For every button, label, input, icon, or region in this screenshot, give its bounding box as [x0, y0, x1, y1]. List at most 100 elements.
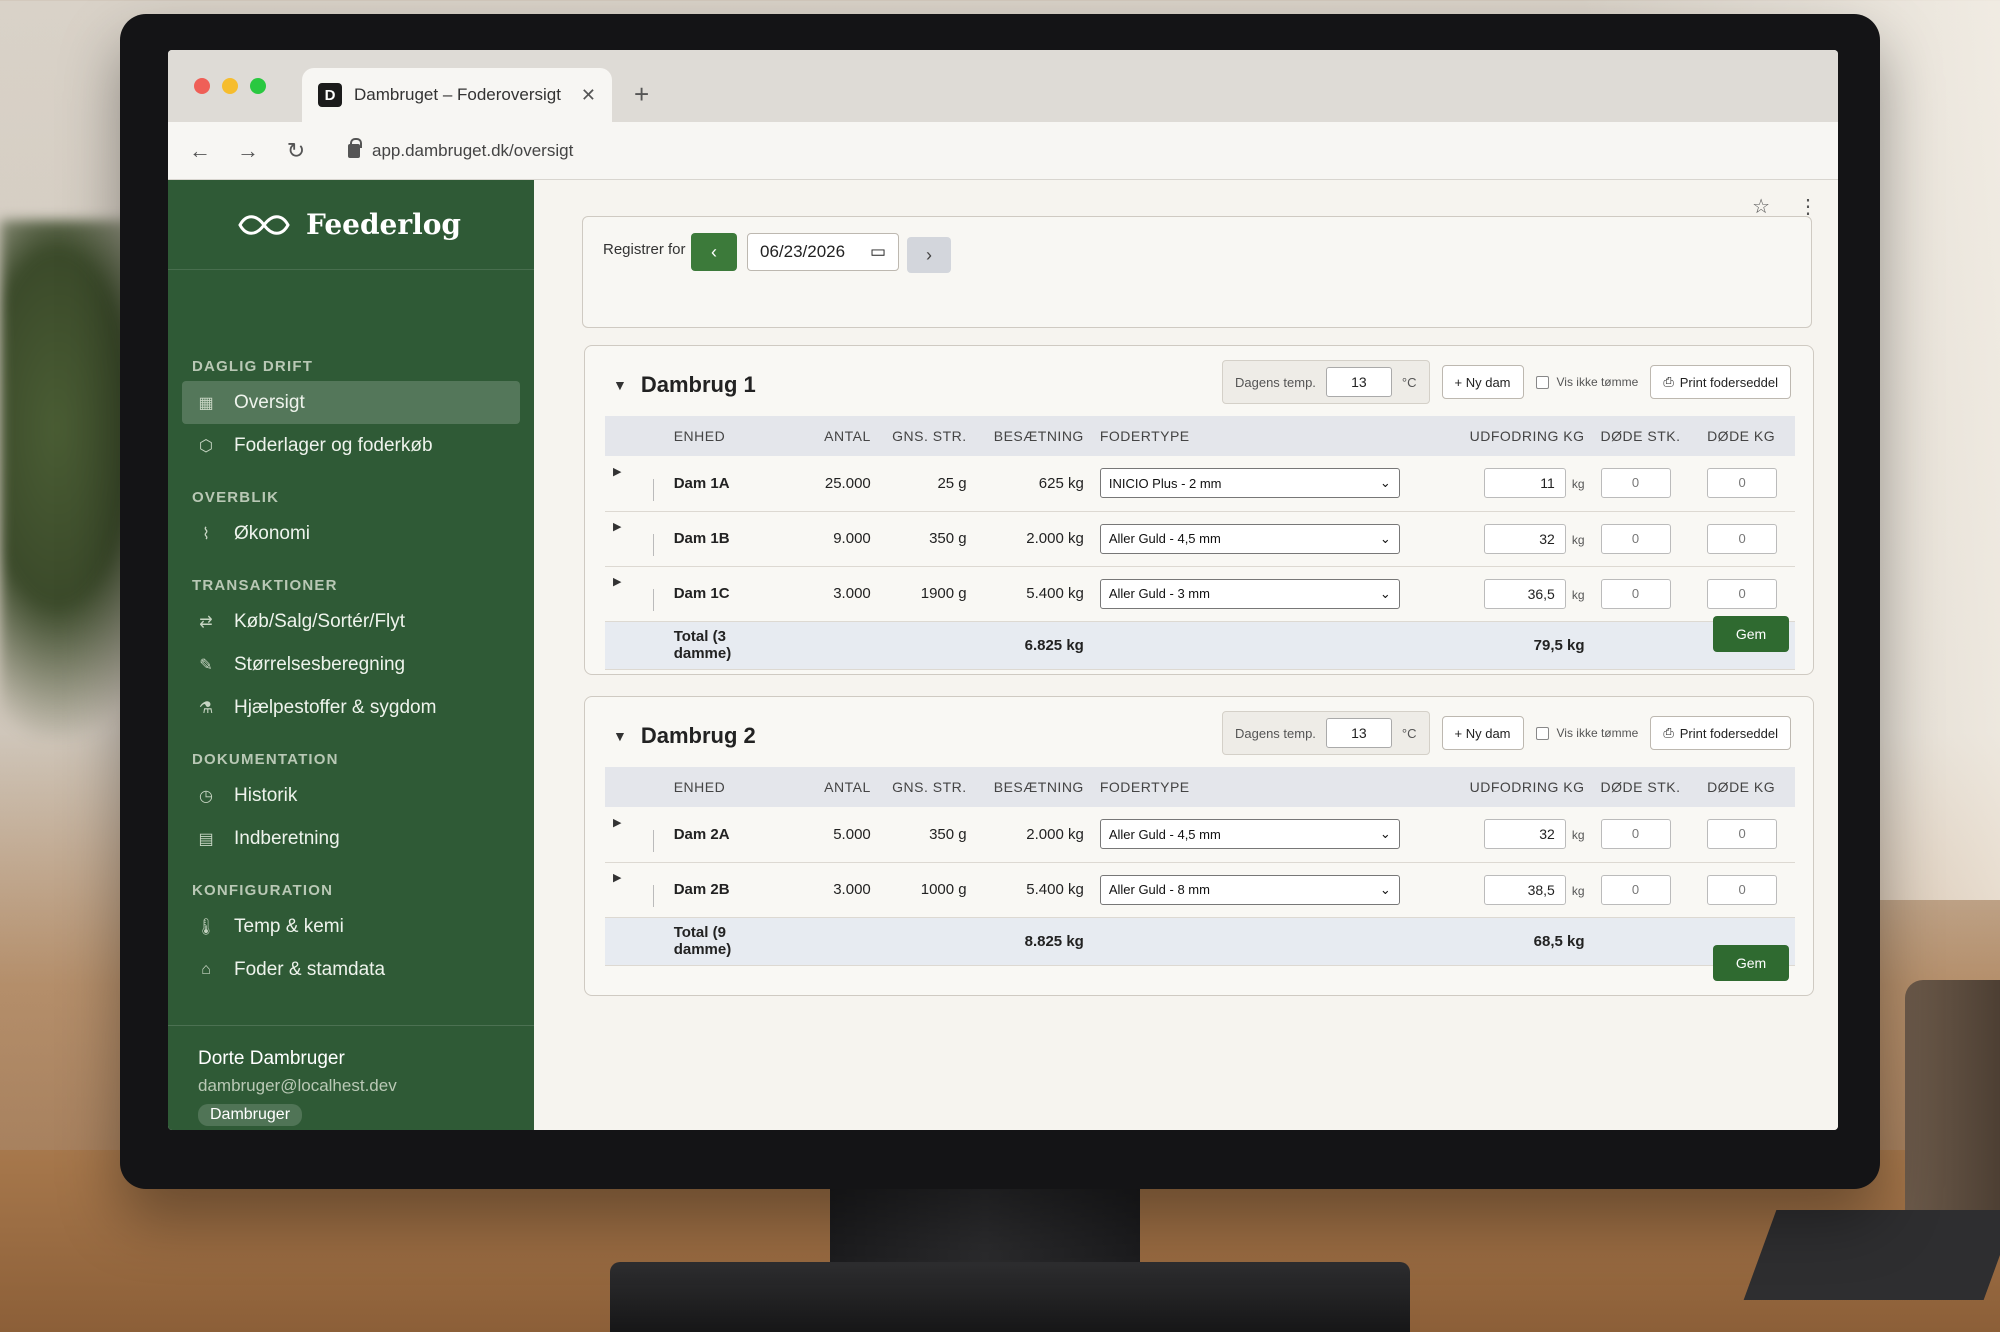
previous-day-button[interactable]: ‹ — [691, 233, 737, 271]
new-pond-button[interactable]: + Ny dam — [1441, 365, 1524, 399]
monitor-stand-base — [610, 1262, 1410, 1332]
close-window-button[interactable] — [194, 78, 210, 94]
expand-row-icon[interactable]: ▶ — [613, 466, 621, 478]
sidebar-item[interactable]: ⬡ Foderlager og foderkøb — [182, 424, 520, 467]
calendar-icon[interactable]: ▭ — [870, 242, 886, 262]
collapse-caret-icon[interactable]: ▼ — [613, 728, 627, 744]
collapse-caret-icon[interactable]: ▼ — [613, 377, 627, 393]
drag-handle-icon[interactable] — [653, 534, 654, 556]
sidebar-nav: DAGLIG DRIFT ▦ Oversigt ⬡ Foderlager og fode… — [168, 270, 534, 991]
drag-handle-icon[interactable] — [653, 885, 654, 907]
antal-cell: 25.000 — [793, 456, 879, 512]
expand-row-icon[interactable]: ▶ — [613, 576, 621, 588]
save-button[interactable]: Gem — [1713, 945, 1789, 981]
dead-count-input[interactable]: 0 — [1600, 468, 1671, 499]
sidebar-item-label: Temp & kemi — [234, 915, 344, 937]
date-input[interactable]: 06/23/2026 ▭ — [747, 233, 899, 271]
expand-row-icon[interactable]: ▶ — [613, 817, 621, 829]
feed-type-value: Aller Guld - 3 mm — [1108, 586, 1210, 601]
farm-title[interactable]: ▼ Dambrug 2 — [613, 723, 756, 749]
print-button[interactable]: ⎙ Print foderseddel — [1650, 365, 1791, 399]
sidebar-item[interactable]: ▤ Indberetning — [182, 817, 520, 860]
dead-kg-input[interactable]: 0 — [1707, 578, 1778, 609]
url-field[interactable]: app.dambruget.dk/oversigt — [348, 137, 573, 161]
home-icon: ⌂ — [201, 960, 211, 978]
sidebar: Feederlog DAGLIG DRIFT ▦ Oversigt ⬡ Foderlag… — [168, 180, 534, 1130]
sidebar-item[interactable]: 🌡 Temp & kemi — [182, 905, 520, 948]
sidebar-item[interactable]: ◷ Historik — [182, 774, 520, 817]
sidebar-item[interactable]: ▦ Oversigt — [182, 381, 520, 424]
dead-count-input[interactable]: 0 — [1600, 523, 1671, 554]
dead-count-input[interactable]: 0 — [1600, 874, 1671, 905]
feeding-kg-input[interactable]: 11 — [1483, 468, 1566, 499]
dead-kg-input[interactable]: 0 — [1707, 523, 1778, 554]
save-button[interactable]: Gem — [1713, 616, 1789, 652]
feeding-kg-input[interactable]: 32 — [1483, 819, 1566, 850]
logo-icon — [238, 214, 290, 235]
table-row: ▶ Dam 1B 9.000 350 g 2.000 kg Aller Guld… — [605, 511, 1795, 567]
drag-handle-icon[interactable] — [653, 589, 654, 611]
dead-kg-input[interactable]: 0 — [1707, 819, 1778, 850]
feed-type-select[interactable]: Aller Guld - 8 mm ⌄ — [1099, 874, 1400, 905]
column-header: ANTAL — [793, 416, 879, 456]
temp-input[interactable]: 13 — [1325, 718, 1392, 748]
farm-title[interactable]: ▼ Dambrug 1 — [613, 372, 756, 398]
user-name: Dorte Dambruger — [198, 1048, 345, 1069]
back-icon[interactable]: ← — [188, 138, 212, 164]
browser-tab[interactable]: D Dambruget – Foderoversigt ✕ — [302, 68, 612, 122]
sidebar-item[interactable]: ⌂ Foder & stamdata — [182, 948, 520, 991]
feeding-kg-input[interactable]: 36,5 — [1483, 578, 1566, 609]
forward-icon[interactable]: → — [236, 138, 260, 164]
new-tab-icon[interactable]: + — [634, 79, 649, 110]
feeding-kg-input[interactable]: 38,5 — [1483, 874, 1566, 905]
checkbox-icon[interactable] — [1535, 726, 1549, 740]
sidebar-item[interactable]: ⌇ Økonomi — [182, 512, 520, 555]
column-header: ENHED — [665, 767, 794, 807]
sidebar-item[interactable]: ✎ Størrelsesberegning — [182, 643, 520, 686]
column-header: ANTAL — [793, 767, 879, 807]
temp-box: Dagens temp. 13 °C — [1221, 360, 1430, 404]
chart-icon: ⌇ — [202, 525, 210, 543]
column-header: DØDE STK. — [1592, 767, 1700, 807]
minimize-window-button[interactable] — [222, 78, 238, 94]
drag-handle-icon[interactable] — [653, 478, 654, 501]
hide-empty-checkbox[interactable]: Vis ikke tømme — [1535, 375, 1638, 389]
main-content: ☆ ⋮ Registrer for ‹ 06/23/2026 ▭ › ▼ Damb… — [534, 180, 1838, 1130]
user-panel[interactable]: Dorte Dambruger dambruger@localhest.dev … — [168, 1025, 534, 1130]
feed-type-select[interactable]: Aller Guld - 3 mm ⌄ — [1099, 578, 1400, 609]
column-header: GNS. STR. — [878, 416, 975, 456]
unit-label: kg — [1571, 477, 1585, 492]
card-tools: Dagens temp. 13 °C + Ny dam Vis ikke tøm… — [1221, 711, 1791, 755]
tab-close-icon[interactable]: ✕ — [581, 85, 596, 106]
column-header: FODERTYPE — [1091, 416, 1444, 456]
expand-row-icon[interactable]: ▶ — [613, 872, 621, 884]
feeding-kg-input[interactable]: 32 — [1483, 523, 1566, 554]
expand-row-icon[interactable]: ▶ — [613, 521, 621, 533]
feed-type-select[interactable]: Aller Guld - 4,5 mm ⌄ — [1099, 819, 1400, 850]
print-button[interactable]: ⎙ Print foderseddel — [1650, 716, 1791, 750]
clock-icon: ◷ — [199, 787, 213, 805]
feed-type-select[interactable]: INICIO Plus - 2 mm ⌄ — [1099, 468, 1400, 499]
sidebar-item[interactable]: ⚗ Hjælpestoffer & sygdom — [182, 686, 520, 729]
feed-type-select[interactable]: Aller Guld - 4,5 mm ⌄ — [1099, 523, 1400, 554]
browser-tabbar: D Dambruget – Foderoversigt ✕ + — [168, 50, 1838, 122]
dead-kg-input[interactable]: 0 — [1707, 468, 1778, 499]
column-header: DØDE STK. — [1592, 416, 1700, 456]
stock-cell: 2.000 kg — [974, 807, 1092, 863]
dead-count-input[interactable]: 0 — [1600, 819, 1671, 850]
screen: D Dambruget – Foderoversigt ✕ + ← → ↻ ap… — [168, 50, 1838, 1130]
brand: Feederlog — [168, 180, 534, 270]
column-header-handle — [605, 416, 666, 456]
checkbox-icon[interactable] — [1535, 375, 1549, 389]
hide-empty-checkbox[interactable]: Vis ikke tømme — [1535, 726, 1638, 740]
reload-icon[interactable]: ↻ — [284, 138, 308, 164]
sidebar-item[interactable]: ⇄ Køb/Salg/Sortér/Flyt — [182, 600, 520, 643]
new-pond-button[interactable]: + Ny dam — [1441, 716, 1524, 750]
temp-input[interactable]: 13 — [1325, 367, 1392, 397]
dead-count-input[interactable]: 0 — [1600, 578, 1671, 609]
maximize-window-button[interactable] — [250, 78, 266, 94]
drag-handle-icon[interactable] — [653, 829, 654, 852]
farm-card: ▼ Dambrug 2 Dagens temp. 13 °C + Ny dam V… — [584, 696, 1814, 996]
next-day-button[interactable]: › — [907, 237, 951, 273]
dead-kg-input[interactable]: 0 — [1707, 874, 1778, 905]
